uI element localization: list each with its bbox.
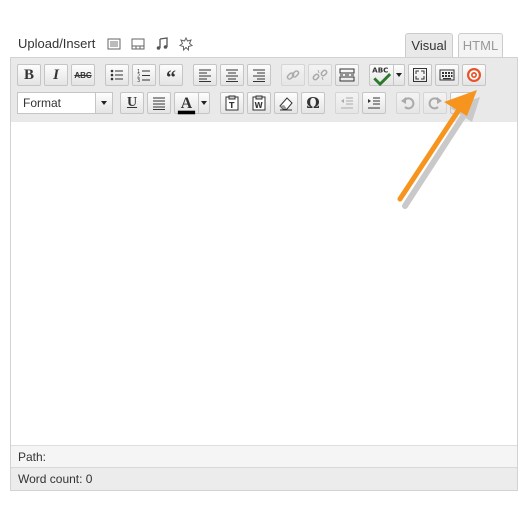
svg-text:T: T bbox=[229, 101, 235, 110]
media-buttons: Upload/Insert bbox=[18, 36, 203, 51]
align-right-button[interactable] bbox=[247, 64, 271, 86]
svg-text:A: A bbox=[181, 94, 193, 111]
toolbar-row-1: B I ABC 123 “ ABC bbox=[17, 63, 489, 89]
text-color-main[interactable]: A bbox=[174, 92, 198, 114]
eraser-icon bbox=[279, 97, 293, 111]
help-icon: ? bbox=[458, 97, 466, 111]
indent-button[interactable] bbox=[362, 92, 386, 114]
image-icon[interactable] bbox=[107, 37, 121, 51]
strikethrough-button[interactable]: ABC bbox=[71, 64, 95, 86]
bullet-list-button[interactable] bbox=[105, 64, 129, 86]
justify-icon bbox=[153, 97, 165, 110]
align-center-button[interactable] bbox=[220, 64, 244, 86]
bold-button[interactable]: B bbox=[17, 64, 41, 86]
audio-icon[interactable] bbox=[155, 36, 169, 51]
justify-button[interactable] bbox=[147, 92, 171, 114]
redo-button[interactable] bbox=[423, 92, 447, 114]
paste-text-button[interactable]: T bbox=[220, 92, 244, 114]
special-character-button[interactable]: Ω bbox=[301, 92, 325, 114]
word-count-bar: Word count: 0 bbox=[11, 467, 517, 490]
redo-icon bbox=[428, 97, 442, 110]
tab-visual[interactable]: Visual bbox=[405, 33, 453, 57]
video-icon[interactable] bbox=[131, 37, 145, 51]
toolbar-row-2: Format U A T W Ω ? bbox=[17, 91, 477, 115]
remove-format-button[interactable] bbox=[274, 92, 298, 114]
paste-word-button[interactable]: W bbox=[247, 92, 271, 114]
insert-more-button[interactable] bbox=[335, 64, 359, 86]
rich-text-editor: B I ABC 123 “ ABC Format U A T W Ω ? Pat… bbox=[10, 57, 518, 491]
numbered-list-button[interactable]: 123 bbox=[132, 64, 156, 86]
fullscreen-icon bbox=[413, 68, 427, 82]
svg-text:W: W bbox=[255, 101, 264, 110]
italic-button[interactable]: I bbox=[44, 64, 68, 86]
tab-html[interactable]: HTML bbox=[458, 33, 503, 57]
path-bar: Path: bbox=[11, 445, 517, 467]
spellcheck-icon: ABC bbox=[372, 65, 392, 86]
strikethrough-icon: ABC bbox=[74, 70, 92, 80]
omega-icon: Ω bbox=[306, 94, 320, 112]
target-icon bbox=[467, 68, 481, 82]
underline-icon: U bbox=[126, 95, 138, 110]
unlink-button[interactable] bbox=[308, 64, 332, 86]
quote-icon: “ bbox=[166, 67, 176, 89]
numbered-list-icon: 123 bbox=[137, 69, 150, 83]
upload-insert-label: Upload/Insert bbox=[18, 36, 96, 51]
outdent-icon bbox=[341, 97, 353, 109]
format-select-value: Format bbox=[23, 96, 62, 110]
blockquote-button[interactable]: “ bbox=[159, 64, 183, 89]
media-icon[interactable] bbox=[179, 36, 194, 51]
insert-link-button[interactable] bbox=[281, 64, 305, 86]
align-left-icon bbox=[199, 69, 211, 82]
underline-button[interactable]: U bbox=[120, 92, 144, 114]
align-left-button[interactable] bbox=[193, 64, 217, 86]
kitchen-sink-icon bbox=[439, 69, 455, 81]
text-color-dropdown[interactable] bbox=[198, 92, 210, 114]
editor-toolbar: B I ABC 123 “ ABC Format U A T W Ω ? bbox=[11, 58, 517, 123]
align-right-icon bbox=[253, 69, 265, 82]
svg-text:ABC: ABC bbox=[372, 65, 388, 74]
undo-button[interactable] bbox=[396, 92, 420, 114]
more-tag-icon bbox=[339, 68, 355, 82]
fullscreen-button[interactable] bbox=[408, 64, 432, 86]
word-count: Word count: 0 bbox=[18, 472, 93, 486]
bullet-list-icon bbox=[110, 69, 123, 81]
indent-icon bbox=[368, 97, 380, 109]
path-label: Path: bbox=[18, 449, 47, 464]
format-select[interactable]: Format bbox=[17, 92, 113, 114]
unlink-icon bbox=[312, 69, 328, 81]
spellcheck-main[interactable]: ABC bbox=[369, 64, 393, 86]
text-color-icon: A bbox=[177, 94, 196, 114]
paste-text-icon: T bbox=[225, 95, 239, 111]
undo-icon bbox=[401, 97, 415, 110]
outdent-button[interactable] bbox=[335, 92, 359, 114]
text-color-button[interactable]: A bbox=[174, 92, 210, 114]
spellcheck-dropdown[interactable] bbox=[393, 64, 405, 86]
paste-word-icon: W bbox=[252, 95, 266, 111]
help-button[interactable]: ? bbox=[450, 92, 474, 114]
align-center-icon bbox=[226, 69, 238, 82]
bold-icon: B bbox=[23, 66, 34, 83]
editor-content-area[interactable] bbox=[11, 122, 517, 444]
kitchen-sink-button[interactable] bbox=[435, 64, 459, 86]
chevron-down-icon bbox=[95, 93, 112, 113]
spellcheck-button[interactable]: ABC bbox=[369, 64, 405, 86]
italic-icon: I bbox=[53, 66, 59, 83]
plugin-button[interactable] bbox=[462, 64, 486, 86]
svg-text:3: 3 bbox=[137, 78, 140, 83]
svg-text:?: ? bbox=[458, 97, 466, 111]
link-icon bbox=[286, 70, 300, 80]
